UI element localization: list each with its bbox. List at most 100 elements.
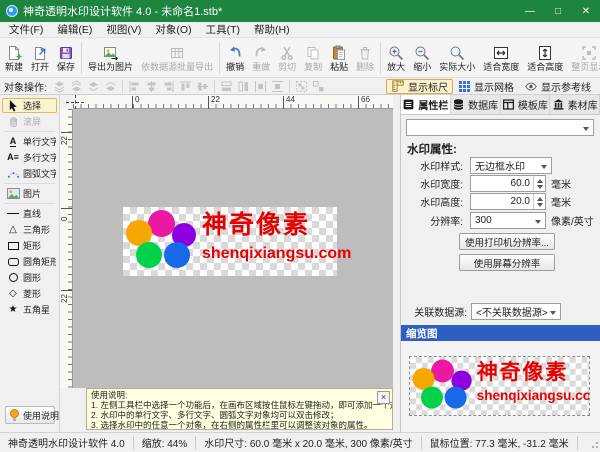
menu-edit[interactable]: 编辑(E) [50,21,99,38]
fit-height-button-label: 适合高度 [527,62,563,72]
tool-rect[interactable]: 矩形 [2,238,57,253]
tool-image[interactable]: 图片 [2,186,57,201]
menu-tools[interactable]: 工具(T) [199,21,247,38]
equal-width-icon[interactable] [218,79,235,94]
export-image-button-label: 导出为图片 [88,62,133,72]
tool-diamond[interactable]: ◇ 菱形 [2,286,57,301]
rectangle-icon [6,239,20,252]
menu-view[interactable]: 视图(V) [99,21,148,38]
align-center-icon[interactable] [143,79,160,94]
redo-button[interactable]: 重做 [248,39,274,76]
group-icon[interactable] [293,79,310,94]
scissors-icon [279,43,295,61]
batch-export-button[interactable]: 依数据源批量导出 [137,39,217,76]
watermark-style-dropdown[interactable]: 无边框水印 [470,157,552,174]
chevron-down-icon [535,220,541,224]
palette-separator [4,131,55,132]
resize-grip[interactable] [590,442,598,450]
thumbnail-area: 神奇像素 shenqixiangsu.com [401,341,600,432]
zoom-out-icon [414,43,430,61]
tool-single-text[interactable]: A 单行文字 [2,134,57,149]
align-right-icon[interactable] [160,79,177,94]
tab-templates[interactable]: 模板库 [501,95,551,114]
watermark-height-input[interactable]: 20.0 [470,193,546,210]
tab-materials[interactable]: 素材库 [550,95,600,114]
align-middle-icon[interactable] [194,79,211,94]
show-guides-toggle[interactable]: 显示参考线 [519,79,596,94]
tool-select[interactable]: 选择 [2,98,57,113]
close-button[interactable]: ✕ [572,0,600,22]
instructions-close-button[interactable]: × [377,391,390,404]
chevron-down-icon [541,165,547,169]
use-screen-dpi-button[interactable]: 使用屏幕分辨率 [459,254,555,271]
tool-star[interactable]: ★ 五角星 [2,302,57,317]
show-ruler-toggle[interactable]: 显示标尺 [386,79,453,94]
tool-line-label: 直线 [23,207,41,220]
menu-bar: 文件(F) 编辑(E) 视图(V) 对象(O) 工具(T) 帮助(H) [0,22,600,38]
step-down-icon[interactable] [537,203,543,207]
design-canvas[interactable]: 神奇像素 shenqixiangsu.com [73,109,393,388]
zoom-out-button[interactable]: 缩小 [409,39,435,76]
new-button[interactable]: 新建 [1,39,27,76]
cut-button[interactable]: 剪切 [274,39,300,76]
tool-circle[interactable]: 圆形 [2,270,57,285]
distribute-v-icon[interactable] [269,79,286,94]
distribute-h-icon[interactable] [252,79,269,94]
maximize-button[interactable]: □ [544,0,572,22]
instructions-line-3: 3. 选择水印中的任意一个对象，在右侧的属性栏里可以调整该对象的属性。 [91,420,388,430]
tool-pan[interactable]: 滚屏 [2,114,57,129]
fit-height-button[interactable]: 适合高度 [523,39,567,76]
whole-page-button[interactable]: 整页显示 [567,39,600,76]
object-selector-dropdown[interactable] [406,119,594,136]
copy-button[interactable]: 复制 [300,39,326,76]
tab-properties[interactable]: 属性栏 [401,95,451,114]
layer-back-icon[interactable] [68,79,85,94]
multi-line-text-icon: A≡ [6,151,20,164]
watermark-width-input[interactable]: 60.0 [470,175,546,192]
actual-size-button[interactable]: 实际大小 [435,39,479,76]
step-up-icon[interactable] [537,197,543,201]
help-button[interactable]: 使用说明 [5,406,55,424]
tool-arc-text[interactable]: 圆弧文字 [2,166,57,181]
watermark-object[interactable]: 神奇像素 shenqixiangsu.com [123,207,337,276]
fit-width-button[interactable]: 适合宽度 [479,39,523,76]
step-up-icon[interactable] [537,179,543,183]
tab-database[interactable]: 数据库 [451,95,501,114]
layer-forward-icon[interactable] [85,79,102,94]
watermark-properties-title: 水印属性: [407,141,457,157]
save-floppy-icon [58,43,74,61]
delete-button[interactable]: 删除 [352,39,378,76]
toolbar-separator [122,80,123,93]
menu-file[interactable]: 文件(F) [2,21,50,38]
menu-object[interactable]: 对象(O) [148,21,198,38]
menu-help[interactable]: 帮助(H) [247,21,297,38]
tool-line[interactable]: 直线 [2,206,57,221]
align-left-icon[interactable] [126,79,143,94]
tool-triangle[interactable]: △ 三角形 [2,222,57,237]
open-button[interactable]: 打开 [27,39,53,76]
ungroup-icon[interactable] [310,79,327,94]
show-grid-toggle[interactable]: 显示网格 [453,79,519,94]
layer-front-icon[interactable] [51,79,68,94]
minimize-button[interactable]: — [516,0,544,22]
watermark-width-stepper[interactable] [533,176,545,191]
watermark-url-text[interactable]: shenqixiangsu.com [202,245,351,263]
export-image-button[interactable]: 导出为图片 [84,39,137,76]
use-printer-dpi-button[interactable]: 使用打印机分辨率... [459,233,555,250]
watermark-title-text[interactable]: 神奇像素 [202,211,310,239]
watermark-circle-green [136,242,162,268]
save-button[interactable]: 保存 [53,39,79,76]
step-down-icon[interactable] [537,185,543,189]
undo-button[interactable]: 撤销 [222,39,248,76]
tool-round-rect[interactable]: 圆角矩形 [2,254,57,269]
tool-multi-text[interactable]: A≡ 多行文字 [2,150,57,165]
watermark-height-stepper[interactable] [533,194,545,209]
align-top-icon[interactable] [177,79,194,94]
layer-backward-icon[interactable] [102,79,119,94]
datasource-dropdown[interactable]: <不关联数据源> [471,303,561,320]
dpi-dropdown[interactable]: 300 [470,212,546,229]
clipboard-paste-icon [331,43,347,61]
equal-height-icon[interactable] [235,79,252,94]
zoom-in-button[interactable]: 放大 [383,39,409,76]
paste-button[interactable]: 粘贴 [326,39,352,76]
